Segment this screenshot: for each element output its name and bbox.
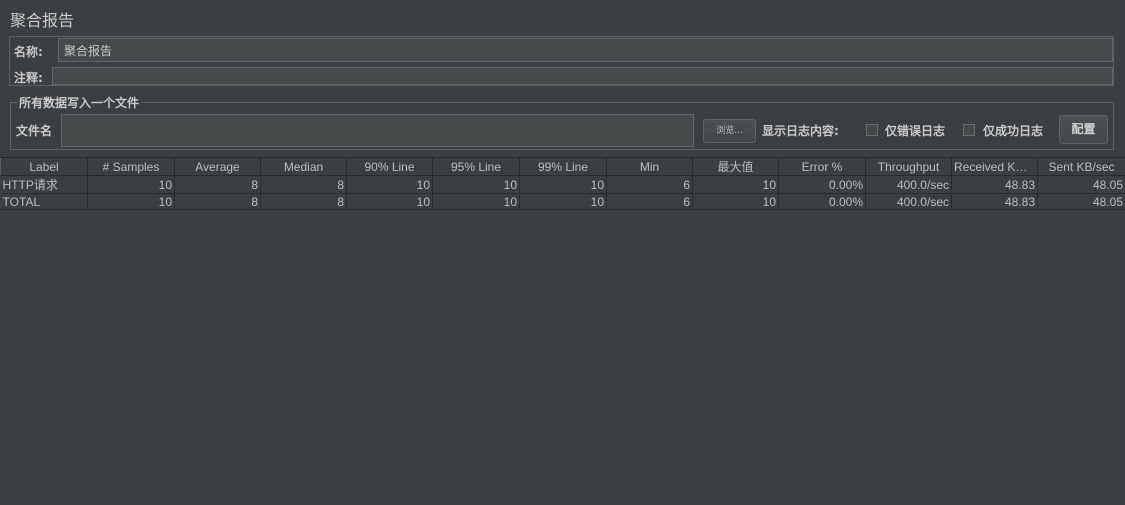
name-label: 名称: (14, 45, 43, 59)
errors-only-label[interactable]: 仅错误日志 (885, 122, 945, 139)
column-header-min[interactable]: Min (606, 158, 693, 176)
results-table: Label # Samples Average Median 90% Line … (0, 158, 1125, 210)
comment-field[interactable] (52, 67, 1113, 85)
table-cell: 8 (174, 193, 261, 210)
column-header-sent[interactable]: Sent KB/sec (1037, 158, 1125, 176)
column-header-throughput[interactable]: Throughput (865, 158, 952, 176)
name-comment-panel: 名称: 注释: (9, 36, 1114, 86)
table-cell: TOTAL (0, 193, 88, 210)
table-cell: 10 (432, 193, 520, 210)
configure-button[interactable]: 配置 (1059, 115, 1108, 144)
results-table-container: Label # Samples Average Median 90% Line … (0, 157, 1125, 505)
write-to-file-panel: 所有数据写入一个文件 文件名 浏览... 显示日志内容: 仅错误日志 仅成功日志… (10, 94, 1114, 150)
filename-field[interactable] (61, 114, 694, 147)
table-cell: 48.83 (951, 193, 1038, 210)
table-cell: 10 (519, 193, 607, 210)
aggregate-report-panel: 聚合报告 名称: 注释: 所有数据写入一个文件 文件名 浏览... 显示日志内容… (0, 0, 1125, 505)
table-cell: 10 (346, 193, 433, 210)
log-content-label: 显示日志内容: (762, 124, 839, 138)
column-header-average[interactable]: Average (174, 158, 261, 176)
filename-label: 文件名 (16, 124, 53, 138)
table-cell: 10 (692, 175, 779, 194)
file-section-legend: 所有数据写入一个文件 (17, 94, 142, 111)
table-row-total[interactable]: TOTAL 10 8 8 10 10 10 6 10 0.00% 400.0/s… (0, 193, 1125, 210)
table-cell: 10 (87, 175, 175, 194)
column-header-label[interactable]: Label (0, 158, 88, 176)
column-header-90-line[interactable]: 90% Line (346, 158, 433, 176)
table-cell: 400.0/sec (865, 193, 952, 210)
table-cell: 10 (692, 193, 779, 210)
table-cell: 8 (260, 175, 347, 194)
column-header-samples[interactable]: # Samples (87, 158, 175, 176)
table-cell: 10 (346, 175, 433, 194)
table-cell: 10 (519, 175, 607, 194)
success-only-label[interactable]: 仅成功日志 (983, 122, 1043, 139)
table-cell: 48.05 (1037, 175, 1125, 194)
table-cell: 6 (606, 193, 693, 210)
page-title: 聚合报告 (10, 11, 75, 30)
errors-only-checkbox[interactable] (866, 124, 878, 136)
table-cell: 6 (606, 175, 693, 194)
column-header-received[interactable]: Received KB/... (951, 158, 1038, 176)
table-cell: 10 (432, 175, 520, 194)
column-header-median[interactable]: Median (260, 158, 347, 176)
column-header-95-line[interactable]: 95% Line (432, 158, 520, 176)
table-cell: 10 (87, 193, 175, 210)
table-cell: 8 (174, 175, 261, 194)
column-header-99-line[interactable]: 99% Line (519, 158, 607, 176)
table-header-row: Label # Samples Average Median 90% Line … (0, 158, 1125, 176)
column-header-max[interactable]: 最大值 (692, 158, 779, 176)
table-cell: 8 (260, 193, 347, 210)
table-cell: 0.00% (778, 193, 866, 210)
table-row[interactable]: HTTP请求 10 8 8 10 10 10 6 10 0.00% 400.0/… (0, 175, 1125, 194)
table-cell: 400.0/sec (865, 175, 952, 194)
browse-button[interactable]: 浏览... (703, 119, 756, 143)
column-header-error[interactable]: Error % (778, 158, 866, 176)
table-cell: HTTP请求 (0, 175, 88, 194)
comment-label: 注释: (14, 71, 43, 85)
table-cell: 48.05 (1037, 193, 1125, 210)
table-cell: 48.83 (951, 175, 1038, 194)
name-field[interactable] (58, 38, 1113, 62)
success-only-checkbox[interactable] (963, 124, 975, 136)
table-cell: 0.00% (778, 175, 866, 194)
